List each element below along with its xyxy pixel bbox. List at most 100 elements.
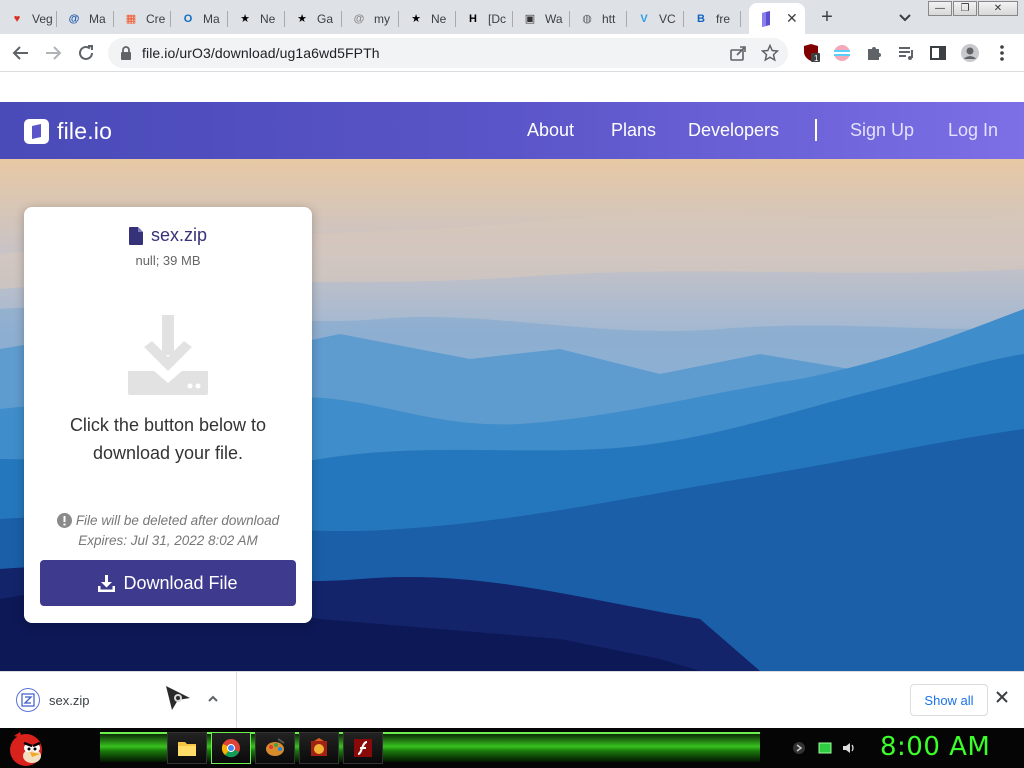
download-card: sex.zip null; 39 MB Click the button bel…	[24, 207, 312, 623]
browser-tab[interactable]: ▣ Wa	[513, 3, 570, 34]
browser-tab[interactable]: ♥ Veg	[0, 3, 57, 34]
nav-about-link[interactable]: About	[527, 120, 574, 141]
chrome-taskbar-icon[interactable]	[211, 732, 251, 764]
file-explorer-taskbar-icon[interactable]	[167, 732, 207, 764]
at-sign-icon: @	[353, 12, 365, 25]
globe-icon: ◍	[582, 13, 592, 25]
reload-icon[interactable]	[75, 42, 97, 64]
download-item-filename[interactable]: sex.zip	[49, 693, 89, 708]
tab-title: my	[374, 11, 390, 26]
bf-icon: B	[697, 12, 705, 25]
back-arrow-icon[interactable]	[10, 42, 32, 64]
forward-arrow-icon[interactable]	[42, 42, 64, 64]
flash-taskbar-icon[interactable]	[343, 732, 383, 764]
web-page: file.io About Plans Developers Sign Up L…	[0, 72, 1024, 671]
download-item[interactable]: sex.zip	[0, 672, 237, 728]
delete-warning: File will be deleted after download	[24, 513, 312, 528]
clapper-icon: ▣	[524, 13, 536, 25]
restore-window-button[interactable]: ❐	[953, 1, 977, 16]
tray-volume-icon[interactable]	[842, 741, 856, 755]
fileio-logo-icon	[24, 119, 49, 144]
lock-icon[interactable]	[120, 46, 132, 65]
tab-title: Veg	[32, 11, 52, 26]
system-clock[interactable]: 8:00 AM	[880, 732, 990, 762]
profile-avatar-icon[interactable]	[960, 43, 980, 63]
exclamation-circle-icon	[56, 513, 72, 528]
file-name: sex.zip	[150, 225, 208, 245]
tab-title: Ma	[89, 11, 106, 26]
tab-title: Wa	[545, 11, 563, 26]
browser-tab[interactable]: ◍ htt	[570, 3, 627, 34]
nav-divider	[815, 119, 817, 141]
logo-text: file.io	[57, 118, 113, 144]
browser-tab[interactable]: V VC	[627, 3, 684, 34]
tab-separator	[740, 11, 741, 27]
show-all-downloads-button[interactable]: Show all	[910, 684, 988, 716]
nav-plans-link[interactable]: Plans	[611, 120, 656, 141]
game-taskbar-icon[interactable]	[299, 732, 339, 764]
nav-developers-link[interactable]: Developers	[688, 120, 779, 141]
file-title-row: sex.zip	[24, 225, 312, 246]
tab-title: Ne	[431, 11, 447, 26]
star-icon: ★	[411, 13, 421, 25]
download-instructions: Click the button below to download your …	[69, 415, 267, 463]
v-letter-icon: V	[640, 12, 648, 25]
minimize-window-button[interactable]: —	[928, 1, 952, 16]
fileio-logo[interactable]: file.io	[24, 118, 112, 145]
download-file-button[interactable]: Download File	[40, 560, 296, 606]
nav-log-in-link[interactable]: Log In	[948, 120, 998, 141]
download-button-label: Download File	[123, 572, 238, 593]
url-text[interactable]: file.io/urO3/download/ug1a6wd5FPTh	[142, 45, 380, 61]
ublock-extension-icon[interactable]: 1	[802, 43, 822, 63]
browser-tab[interactable]: H [Dc	[456, 3, 513, 34]
browser-menu-icon[interactable]	[992, 43, 1012, 63]
delete-warning-text: File will be deleted after download	[75, 513, 280, 528]
download-options-chevron-icon[interactable]	[206, 692, 220, 711]
browser-tab[interactable]: Bfre	[684, 3, 741, 34]
expiry-text: Expires: Jul 31, 2022 8:02 AM	[78, 533, 258, 548]
heart-icon: ♥	[13, 12, 21, 25]
tray-arrow-icon[interactable]	[792, 741, 806, 755]
browser-tab[interactable]: ★ Ga	[285, 3, 342, 34]
browser-tab[interactable]: @ Ma	[57, 3, 114, 34]
star-icon: ★	[240, 13, 250, 25]
pride-flag-extension-icon[interactable]	[832, 43, 852, 63]
close-window-button[interactable]: ✕	[978, 1, 1018, 16]
tab-title: Ne	[260, 11, 276, 26]
tab-title: VC	[659, 11, 676, 26]
browser-tab[interactable]: @ my	[342, 3, 399, 34]
tab-active-fileio[interactable]: ✕	[749, 3, 805, 34]
tab-strip: ♥ Veg @ Ma ▦ Cre O Ma ★ Ne ★ Ga @ my ★ Ne H [Dc ▣ Wa ◍ htt V VC…	[0, 0, 1024, 34]
fileio-favicon-icon	[758, 10, 774, 27]
outlook-icon: O	[183, 12, 193, 25]
share-icon[interactable]	[728, 43, 748, 63]
tab-title: Cre	[146, 11, 166, 26]
extensions-puzzle-icon[interactable]	[864, 43, 884, 63]
browser-tab[interactable]: O Ma	[171, 3, 228, 34]
address-bar[interactable]: file.io/urO3/download/ug1a6wd5FPTh	[108, 38, 788, 68]
side-panel-icon[interactable]	[928, 43, 948, 63]
tab-search-chevron-icon[interactable]	[896, 8, 914, 26]
os-taskbar: 8:00 AM	[0, 728, 1024, 768]
download-arrow-icon	[98, 574, 116, 592]
nav-sign-up-link[interactable]: Sign Up	[850, 120, 914, 141]
paint-taskbar-icon[interactable]	[255, 732, 295, 764]
tray-battery-icon[interactable]	[818, 741, 832, 755]
download-tray-icon	[126, 313, 210, 402]
browser-toolbar: file.io/urO3/download/ug1a6wd5FPTh 1	[0, 34, 1024, 72]
bookmark-star-icon[interactable]	[760, 43, 780, 63]
extension-badge: 1	[814, 54, 819, 63]
file-icon	[128, 226, 143, 245]
browser-tab[interactable]: ★ Ne	[228, 3, 285, 34]
angry-bird-start-icon[interactable]	[6, 728, 46, 768]
h-letter-icon: H	[469, 12, 477, 25]
close-tab-icon[interactable]: ✕	[786, 10, 798, 27]
tab-title: Ma	[203, 11, 220, 26]
close-shelf-icon[interactable]	[996, 690, 1008, 708]
browser-tab[interactable]: ▦ Cre	[114, 3, 171, 34]
new-tab-button[interactable]: +	[816, 6, 838, 28]
file-meta: null; 39 MB	[135, 253, 201, 268]
media-queue-icon[interactable]	[896, 43, 916, 63]
tab-title: [Dc	[488, 11, 506, 26]
browser-tab[interactable]: ★ Ne	[399, 3, 456, 34]
